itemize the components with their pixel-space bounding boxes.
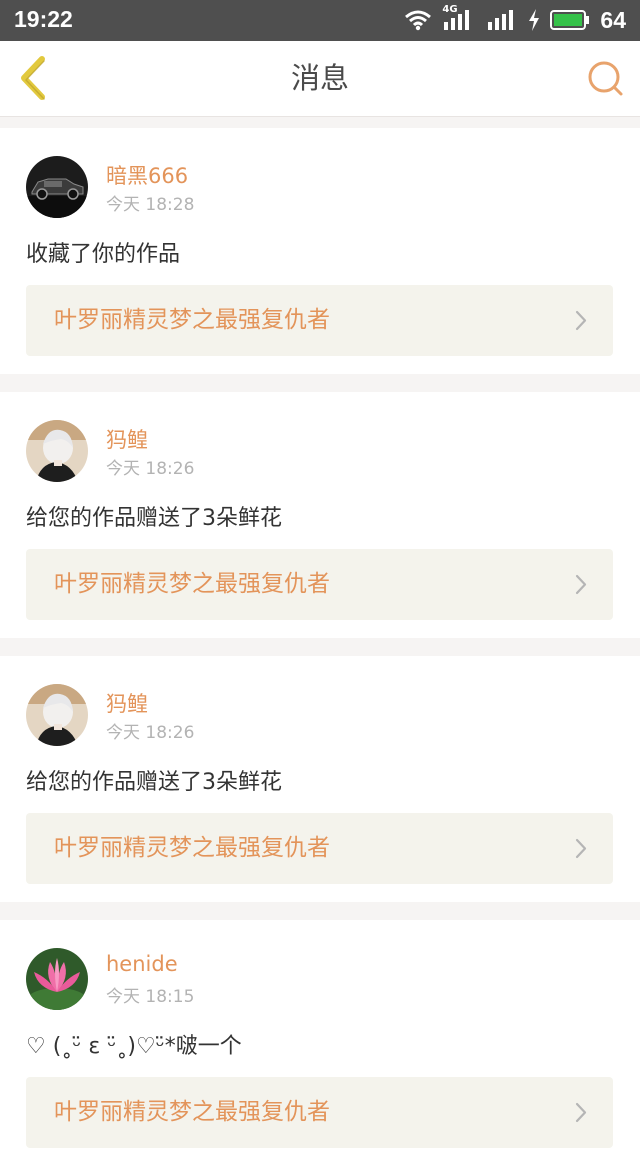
message-card: henide 今天 18:15 ♡ (˳ᵕ̈ ε ᵕ̈˳)♡ᵕ̈*啵一个 叶罗丽… — [0, 920, 640, 1166]
lotus-avatar-image — [26, 948, 88, 1010]
chevron-right-icon — [575, 1102, 587, 1123]
chevron-right-icon — [575, 574, 587, 595]
signal-4g-icon: 4G — [442, 4, 476, 32]
timestamp: 今天 18:15 — [106, 987, 195, 1007]
work-link[interactable]: 叶罗丽精灵梦之最强复仇者 — [26, 285, 613, 356]
charging-icon — [529, 9, 540, 31]
message-text: 收藏了你的作品 — [26, 242, 181, 267]
work-title: 叶罗丽精灵梦之最强复仇者 — [54, 571, 330, 597]
username[interactable]: henide — [106, 952, 178, 976]
avatar[interactable] — [26, 420, 88, 482]
signal-icon — [488, 10, 514, 30]
message-text: 给您的作品赠送了3朵鲜花 — [26, 506, 282, 531]
message-text: 给您的作品赠送了3朵鲜花 — [26, 770, 282, 795]
timestamp: 今天 18:28 — [106, 195, 195, 215]
nav-bar: 消息 — [0, 41, 640, 117]
work-title: 叶罗丽精灵梦之最强复仇者 — [54, 835, 330, 861]
timestamp: 今天 18:26 — [106, 459, 195, 479]
work-title: 叶罗丽精灵梦之最强复仇者 — [54, 1099, 330, 1125]
username[interactable]: 犸鳇 — [106, 424, 148, 454]
anime-avatar-image — [26, 684, 88, 746]
work-link[interactable]: 叶罗丽精灵梦之最强复仇者 — [26, 813, 613, 884]
work-link[interactable]: 叶罗丽精灵梦之最强复仇者 — [26, 549, 613, 620]
message-card: 犸鳇 今天 18:26 给您的作品赠送了3朵鲜花 叶罗丽精灵梦之最强复仇者 — [0, 656, 640, 902]
chevron-right-icon — [575, 838, 587, 859]
car-avatar-image — [26, 156, 88, 218]
page-title: 消息 — [290, 61, 349, 95]
message-text: ♡ (˳ᵕ̈ ε ᵕ̈˳)♡ᵕ̈*啵一个 — [26, 1034, 242, 1059]
status-icons: 4G 64 — [404, 4, 626, 34]
status-bar: 19:22 4G 64 — [0, 0, 640, 41]
battery-icon — [550, 10, 590, 30]
battery-level: 64 — [600, 6, 626, 33]
timestamp: 今天 18:26 — [106, 723, 195, 743]
work-link[interactable]: 叶罗丽精灵梦之最强复仇者 — [26, 1077, 613, 1148]
back-icon[interactable] — [14, 53, 54, 103]
anime-avatar-image — [26, 420, 88, 482]
username[interactable]: 犸鳇 — [106, 688, 148, 718]
message-card: 犸鳇 今天 18:26 给您的作品赠送了3朵鲜花 叶罗丽精灵梦之最强复仇者 — [0, 392, 640, 638]
search-icon[interactable] — [586, 59, 624, 97]
avatar[interactable] — [26, 948, 88, 1010]
wifi-icon — [405, 10, 432, 31]
avatar[interactable] — [26, 156, 88, 218]
status-time: 19:22 — [14, 6, 73, 32]
chevron-right-icon — [575, 310, 587, 331]
message-card: 暗黑666 今天 18:28 收藏了你的作品 叶罗丽精灵梦之最强复仇者 — [0, 128, 640, 374]
work-title: 叶罗丽精灵梦之最强复仇者 — [54, 307, 330, 333]
avatar[interactable] — [26, 684, 88, 746]
username[interactable]: 暗黑666 — [106, 160, 188, 190]
